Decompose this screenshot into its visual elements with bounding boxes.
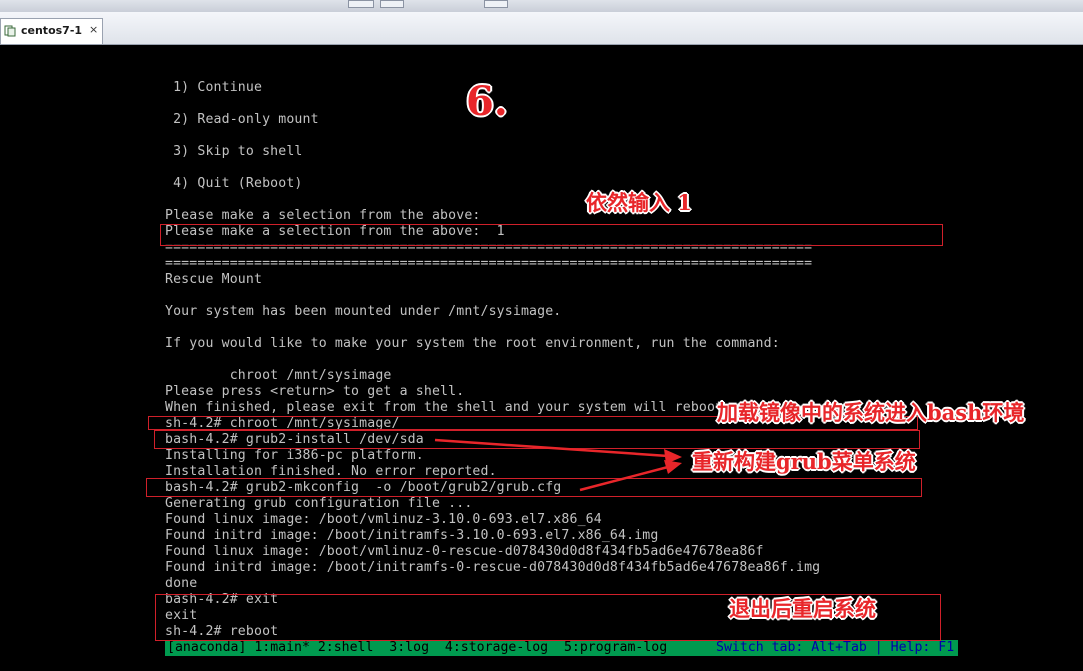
vm-console[interactable] [0,45,1083,671]
annotation-load-system: 加载镜像中的系统进入bash环境 [717,400,1025,425]
toolbar-button[interactable] [348,0,374,8]
window-toolbar [0,0,1083,12]
console-line: Found initrd image: /boot/initramfs-3.10… [165,528,659,543]
console-line: chroot /mnt/sysimage [165,368,392,383]
highlight-box [160,224,943,246]
status-help: Switch tab: Alt+Tab | Help: F1 [716,640,955,655]
toolbar-button[interactable] [484,0,508,8]
separator-line: ========================================… [165,256,813,271]
console-line: Your system has been mounted under /mnt/… [165,304,562,319]
step-number: 6. [466,78,508,125]
menu-option-shell: 3) Skip to shell [165,144,303,159]
console-line: Please make a selection from the above: [165,208,481,223]
anaconda-status-bar: [anaconda] 1:main* 2:shell 3:log 4:stora… [165,640,958,656]
menu-option-continue: 1) Continue [165,80,263,95]
console-line: If you would like to make your system th… [165,336,780,351]
annotation-rebuild-grub: 重新构建grub菜单系统 [692,449,916,474]
menu-option-quit: 4) Quit (Reboot) [165,176,303,191]
vm-icon [4,25,16,37]
close-icon[interactable]: × [89,23,98,36]
console-line: Found linux image: /boot/vmlinuz-3.10.0-… [165,512,602,527]
toolbar-button[interactable] [380,0,404,8]
tab-centos7-1[interactable]: centos7-1 × [0,18,103,44]
console-line: Found initrd image: /boot/initramfs-0-re… [165,560,821,575]
highlight-box [146,478,922,497]
console-line: When finished, please exit from the shel… [165,400,732,415]
console-line: Please press <return> to get a shell. [165,384,465,399]
status-tabs: [anaconda] 1:main* 2:shell 3:log 4:stora… [167,640,668,655]
console-line: Found linux image: /boot/vmlinuz-0-rescu… [165,544,764,559]
console-line: Installing for i386-pc platform. [165,448,424,463]
annotation-input-again: 依然输入 1 [586,190,692,215]
menu-option-readonly: 2) Read-only mount [165,112,319,127]
tab-bar: centos7-1 × [0,12,1083,45]
console-line: done [165,576,198,591]
tab-label: centos7-1 [21,24,83,37]
console-line: Rescue Mount [165,272,263,287]
annotation-exit-reboot: 退出后重启系统 [729,596,876,621]
console-line: Generating grub configuration file ... [165,496,473,511]
